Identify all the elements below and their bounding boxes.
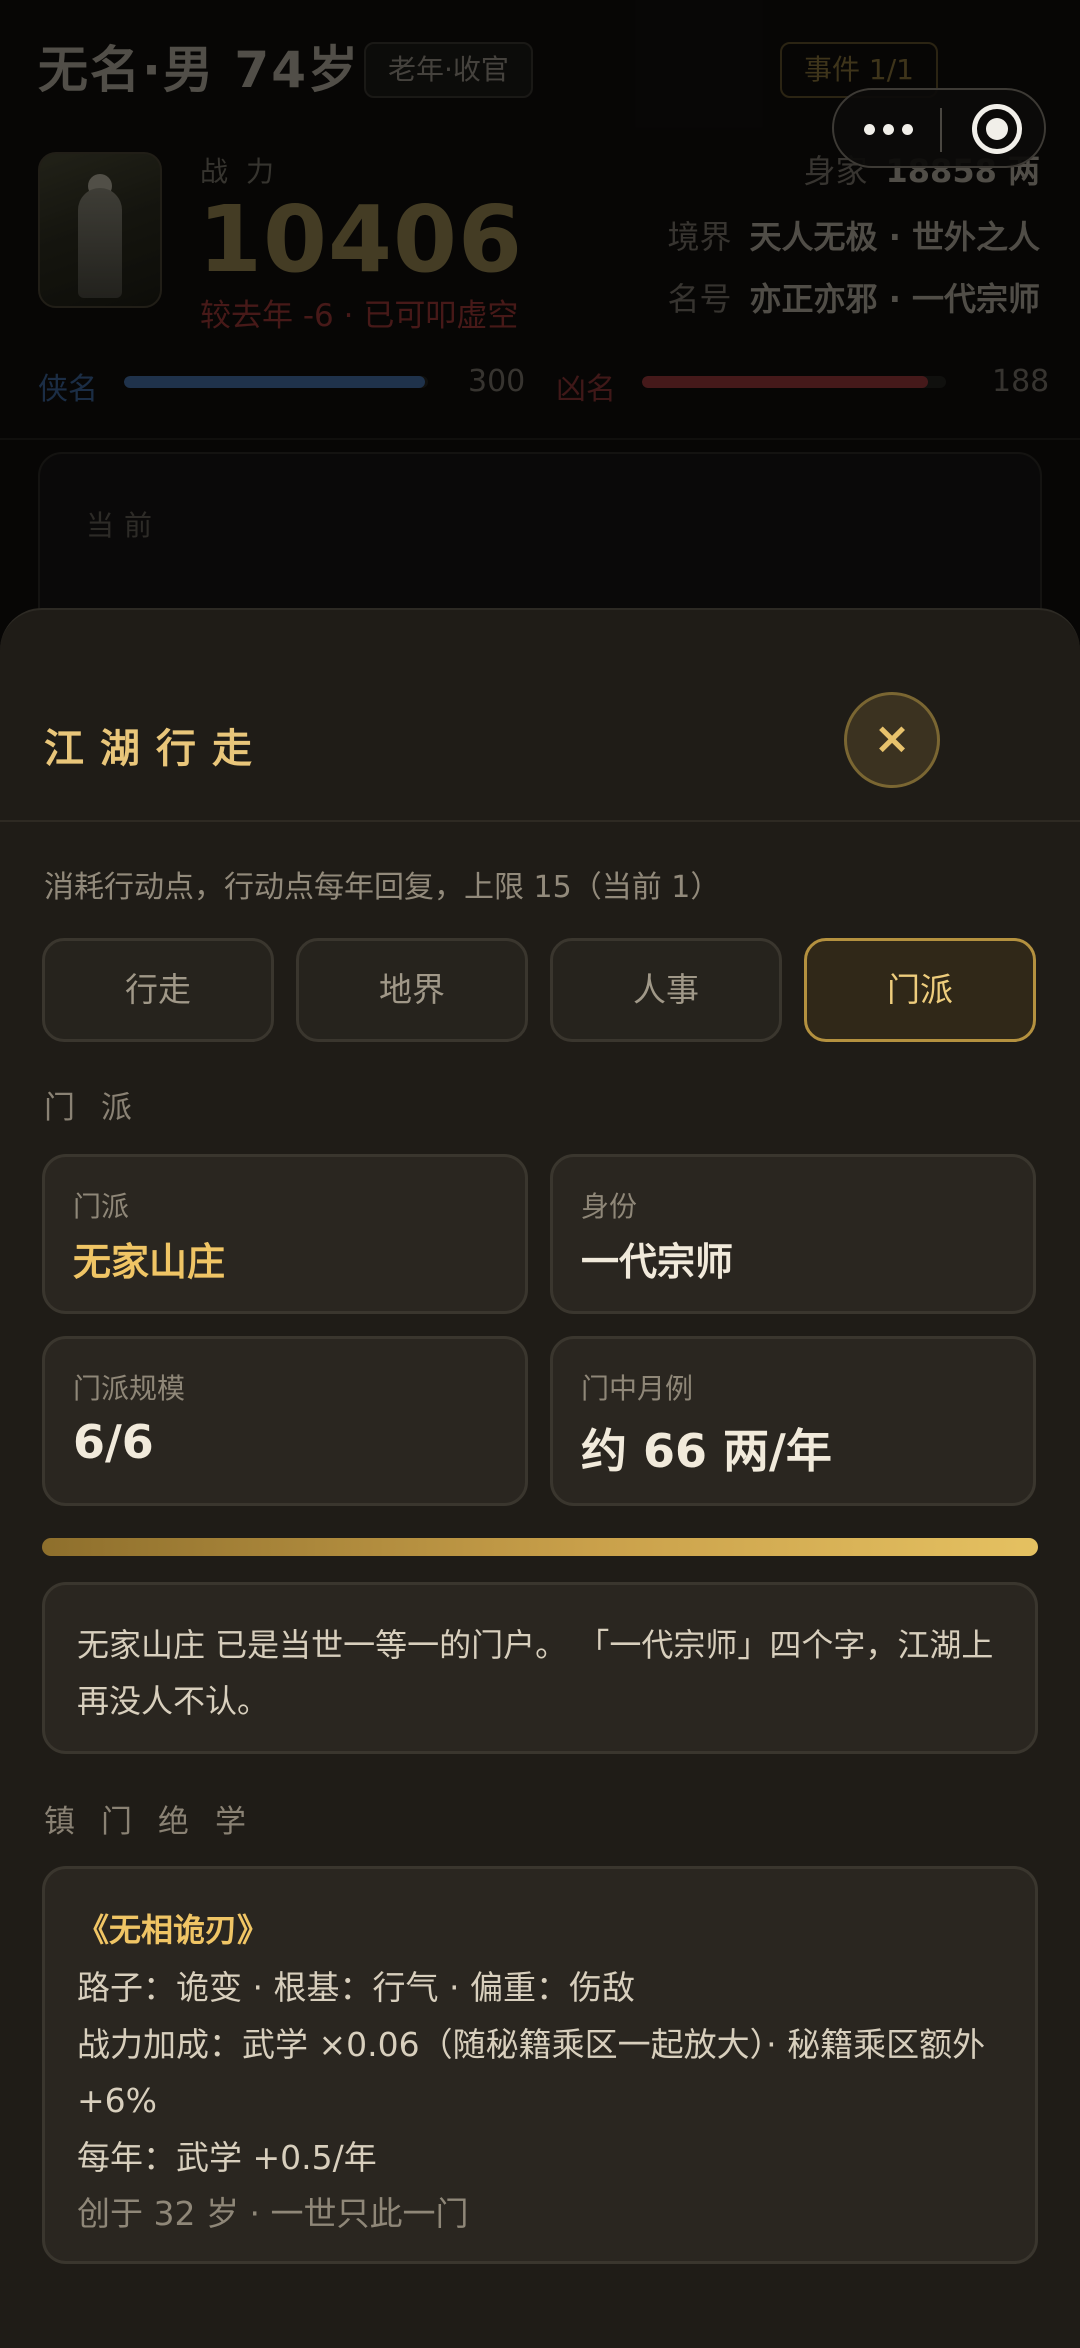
skill-section-title: 镇门绝学 <box>44 1804 272 1840</box>
identity-card: 身份 一代宗师 <box>550 1154 1036 1314</box>
sect-name-label: 门派 <box>73 1190 130 1223</box>
tab-travel[interactable]: 行走 <box>42 938 274 1042</box>
monthly-stipend-label: 门中月例 <box>581 1372 694 1405</box>
monthly-stipend-card: 门中月例 约 66 两/年 <box>550 1336 1036 1506</box>
identity-label: 身份 <box>581 1190 638 1223</box>
sheet-title: 江湖行走 <box>44 726 268 772</box>
sect-scale-value: 6/6 <box>73 1415 154 1469</box>
sect-name-value: 无家山庄 <box>73 1240 226 1284</box>
tab-sect[interactable]: 门派 <box>804 938 1036 1042</box>
close-icon[interactable]: × <box>844 692 940 788</box>
skill-line-origin: 创于 32 岁 · 一世只此一门 <box>77 2194 469 2233</box>
sect-scale-label: 门派规模 <box>73 1372 186 1405</box>
tab-people[interactable]: 人事 <box>550 938 782 1042</box>
sect-scale-card: 门派规模 6/6 <box>42 1336 528 1506</box>
skill-line-yearly: 每年：武学 +0.5/年 <box>77 2138 377 2177</box>
tab-region[interactable]: 地界 <box>296 938 528 1042</box>
sect-name-card: 门派 无家山庄 <box>42 1154 528 1314</box>
skill-name: 《无相诡刃》 <box>77 1911 270 1949</box>
sheet-divider <box>0 820 1080 822</box>
identity-value: 一代宗师 <box>581 1240 734 1284</box>
capsule-divider <box>940 108 942 152</box>
capsule-menu <box>832 88 1046 168</box>
travel-sheet: 江湖行走 × 消耗行动点，行动点每年回复，上限 15（当前 1） 行走 地界 人… <box>0 608 1080 2348</box>
skill-line-bonus: 战力加成：武学 ×0.06（随秘籍乘区一起放大）· 秘籍乘区额外 +6% <box>77 2025 986 2120</box>
sect-section-title: 门派 <box>44 1090 158 1126</box>
sect-description-card: 无家山庄 已是当世一等一的门户。 「一代宗师」四个字，江湖上再没人不认。 <box>42 1582 1038 1754</box>
target-icon[interactable] <box>972 104 1022 154</box>
skill-card: 《无相诡刃》 路子：诡变 · 根基：行气 · 偏重：伤敌 战力加成：武学 ×0.… <box>42 1866 1038 2264</box>
monthly-stipend-value: 约 66 两/年 <box>581 1424 832 1478</box>
sect-progress-bar <box>42 1538 1038 1556</box>
skill-line-style: 路子：诡变 · 根基：行气 · 偏重：伤敌 <box>77 1968 635 2007</box>
action-points-hint: 消耗行动点，行动点每年回复，上限 15（当前 1） <box>44 870 721 905</box>
more-dots-icon[interactable] <box>864 114 914 144</box>
sect-description: 无家山庄 已是当世一等一的门户。 「一代宗师」四个字，江湖上再没人不认。 <box>77 1626 994 1720</box>
